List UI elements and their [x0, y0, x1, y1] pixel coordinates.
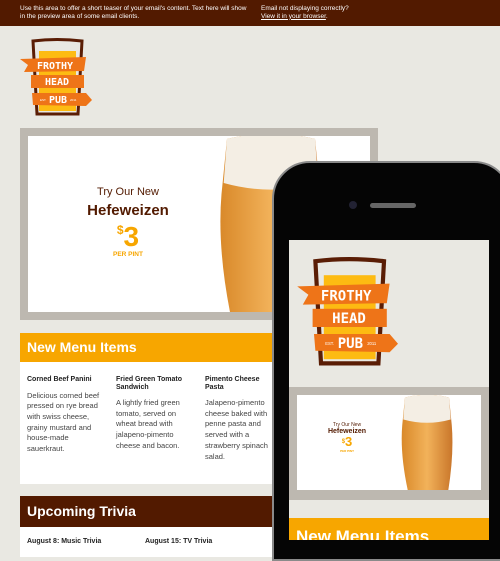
hero-price-unit: PER PINT [113, 251, 143, 258]
trivia-item: August 8: Music Trivia [27, 538, 102, 545]
menu-section: Corned Beef Panini Delicious corned beef … [20, 362, 300, 484]
trivia-section-header: Upcoming Trivia [20, 496, 300, 527]
preheader-bar: Use this area to offer a short teaser of… [0, 0, 500, 26]
hero-product-name: Hefeweizen [87, 202, 169, 219]
svg-text:2011: 2011 [367, 341, 377, 346]
menu-section-header: New Menu Items [20, 333, 300, 362]
preheader-teaser: Use this area to offer a short teaser of… [20, 5, 247, 20]
svg-text:FROTHY: FROTHY [321, 288, 372, 304]
view-online-notice: Email not displaying correctly? View it … [261, 5, 381, 20]
svg-text:HEAD: HEAD [332, 311, 366, 327]
trivia-item: August 15: TV Trivia [145, 538, 213, 545]
logo-text: FROTHY [37, 61, 73, 72]
hero-text: Try Our New Hefeweizen $3 PER PINT [28, 186, 228, 258]
speaker-grille [370, 203, 416, 208]
punctuation: . [325, 12, 328, 20]
view-in-browser-link[interactable]: View it in your browser [261, 13, 326, 20]
mobile-hero[interactable]: Try Our New Hefeweizen $3 PER PINT [289, 387, 489, 500]
svg-text:EST.: EST. [325, 341, 334, 346]
menu-item: Corned Beef Panini Delicious corned beef … [27, 376, 100, 454]
mobile-menu-header: New Menu Items [289, 518, 489, 540]
svg-text:PUB: PUB [338, 336, 363, 352]
mobile-email-preview: FROTHY HEAD PUB EST. 2011 Try Our New He… [289, 240, 489, 540]
logo-text: HEAD [45, 77, 69, 88]
menu-item: Pimento Cheese Pasta Jalapeno-pimento che… [205, 376, 268, 461]
logo-text: PUB [49, 95, 67, 106]
logo-text: EST. [40, 98, 47, 102]
hero-price: $3 [341, 434, 353, 449]
trivia-section: August 8: Music Trivia August 15: TV Tri… [20, 527, 300, 557]
hero-price-unit: PER PINT [340, 449, 354, 453]
beer-glass-image [397, 395, 457, 490]
menu-item: Fried Green Tomato Sandwich A lightly fri… [116, 376, 182, 450]
frothy-head-pub-logo: FROTHY HEAD PUB EST. 2011 [20, 38, 92, 116]
camera-icon [349, 201, 357, 209]
not-displaying-text: Email not displaying correctly? [261, 5, 349, 12]
logo-text: 2011 [70, 98, 77, 102]
hero-price: $3 [116, 221, 140, 252]
frothy-head-pub-logo: FROTHY HEAD PUB EST. 2011 [297, 257, 398, 366]
hero-kicker: Try Our New [97, 186, 159, 198]
